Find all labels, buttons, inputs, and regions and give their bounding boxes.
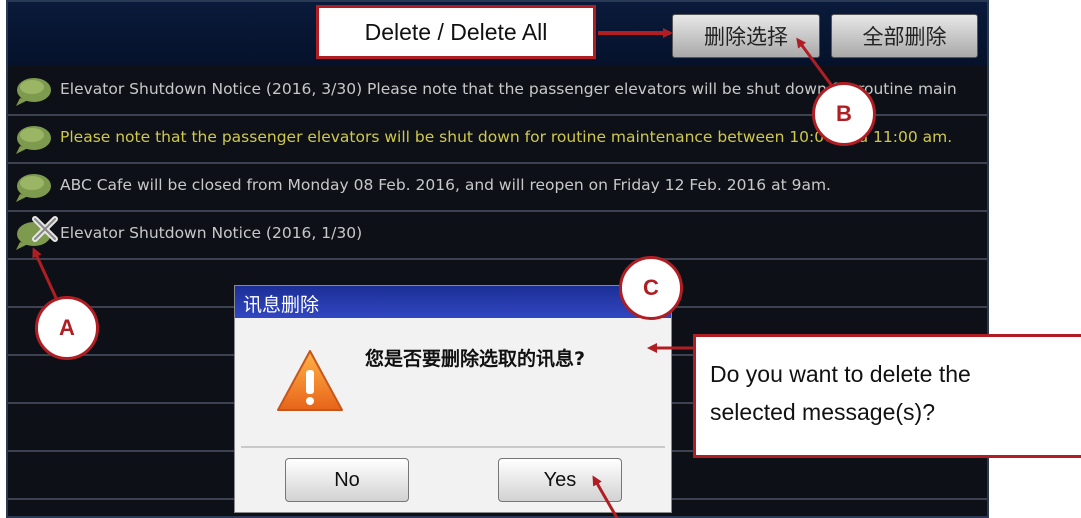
delete-all-button[interactable]: 全部删除 — [831, 14, 978, 58]
warning-icon — [277, 350, 343, 411]
speech-bubble-icon — [16, 78, 51, 106]
dialog-divider — [241, 446, 665, 448]
message-text: ABC Cafe will be closed from Monday 08 F… — [60, 176, 831, 194]
badge-a: A — [35, 296, 99, 360]
delete-selected-button[interactable]: 删除选择 — [672, 14, 820, 58]
delete-confirm-dialog: 讯息删除 您是否要删除选取的讯息? No Yes — [234, 285, 672, 513]
dialog-message: 您是否要删除选取的讯息? — [365, 348, 586, 370]
speech-bubble-icon — [16, 126, 51, 154]
message-text: Elevator Shutdown Notice (2016, 1/30) — [60, 224, 363, 242]
dialog-title: 讯息删除 — [235, 286, 671, 318]
message-row-selected[interactable]: Elevator Shutdown Notice (2016, 1/30) — [8, 212, 987, 260]
delete-caption: Delete / Delete All — [316, 5, 596, 59]
badge-c: C — [619, 256, 683, 320]
badge-b: B — [812, 82, 876, 146]
yes-button[interactable]: Yes — [498, 458, 622, 502]
confirm-caption: Do you want to delete the selected messa… — [693, 334, 1081, 458]
message-row[interactable]: ABC Cafe will be closed from Monday 08 F… — [8, 164, 987, 212]
confirm-caption-line1: Do you want to delete the — [710, 361, 971, 387]
no-button[interactable]: No — [285, 458, 409, 502]
confirm-caption-line2: selected message(s)? — [710, 399, 935, 425]
speech-bubble-icon — [16, 174, 51, 202]
close-icon[interactable] — [30, 214, 60, 244]
